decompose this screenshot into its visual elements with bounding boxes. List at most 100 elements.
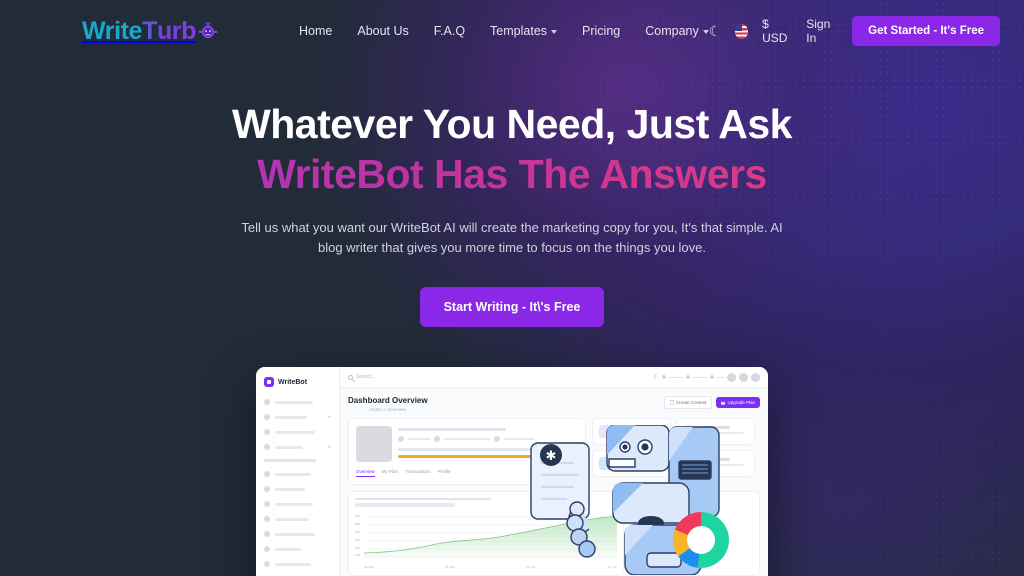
nav-label: About Us — [357, 24, 409, 38]
create-content-button[interactable]: Create Content — [663, 396, 713, 410]
profile-tabs: Overview My Plan Transactions Profile — [356, 469, 578, 478]
status-dot — [710, 375, 714, 380]
currency-selector[interactable]: $ USD — [762, 17, 792, 45]
tab-my-plan[interactable]: My Plan — [382, 469, 398, 477]
start-writing-button[interactable]: Start Writing - It\'s Free — [419, 287, 605, 328]
bullet-icon — [264, 501, 270, 508]
placeholder-line — [504, 438, 534, 441]
nav-item-faq[interactable]: F.A.Q — [434, 24, 465, 38]
nav-item-pricing[interactable]: Pricing — [582, 24, 620, 38]
header-actions: ☾ $ USD Sign In Get Started - It's Free — [709, 16, 1000, 46]
sidebar-item-label — [275, 532, 315, 536]
dashboard-topbar: Search... ☾ — [340, 367, 768, 389]
chevron-right-icon: ▸ — [328, 414, 331, 421]
chart-title — [355, 498, 492, 501]
stat-value — [700, 463, 745, 466]
bullet-icon — [264, 399, 270, 406]
page-title: Whatever You Need, Just Ask WriteBot Has… — [0, 101, 1024, 198]
x-tick-label: 01 Jan — [445, 565, 455, 570]
dashboard-header-row: Dashboard Overview Home > Overview Creat… — [348, 396, 760, 412]
sidebar-item-label — [275, 502, 313, 506]
placeholder-line — [669, 376, 683, 378]
status-dot — [662, 375, 666, 380]
stat-card[interactable] — [676, 450, 755, 478]
stat-label — [616, 458, 646, 461]
moon-icon[interactable]: ☾ — [709, 24, 722, 38]
placeholder-line — [398, 448, 578, 452]
sidebar-item[interactable] — [264, 561, 331, 568]
dashboard-upper-row: Overview My Plan Transactions Profile — [348, 418, 760, 486]
bullet-icon — [264, 531, 270, 538]
sidebar-item-label — [275, 400, 313, 404]
stat-label — [700, 426, 730, 429]
nav-item-about-us[interactable]: About Us — [357, 24, 408, 38]
chart-plot — [364, 515, 617, 558]
sidebar-item[interactable] — [264, 546, 331, 553]
moon-icon[interactable]: ☾ — [654, 374, 659, 381]
profile-meta — [398, 436, 578, 443]
create-content-label: Create Content — [675, 400, 707, 406]
stat-card[interactable] — [676, 418, 755, 446]
nav-item-company[interactable]: Company — [645, 24, 709, 38]
donut-chart-card — [630, 491, 760, 576]
tab-overview[interactable]: Overview — [356, 469, 375, 478]
tab-profile[interactable]: Profile — [438, 469, 451, 477]
sidebar-item-label — [275, 517, 309, 521]
bullet-icon — [494, 436, 500, 443]
stat-card[interactable] — [592, 450, 671, 478]
bullet-icon — [264, 444, 270, 451]
legend-swatch — [637, 528, 641, 532]
us-flag-icon[interactable] — [735, 23, 749, 39]
legend-swatch — [637, 550, 641, 555]
avatar[interactable] — [727, 372, 736, 382]
donut-subtitle — [637, 503, 689, 508]
sidebar-item-label — [275, 472, 311, 476]
headline-line-1: Whatever You Need, Just Ask — [232, 101, 792, 147]
dashboard-header-actions: Create Content Upgrade Plan — [663, 396, 760, 410]
sign-in-link[interactable]: Sign In — [806, 17, 838, 45]
placeholder-line — [408, 438, 430, 441]
logo-text-write: Write — [82, 16, 143, 45]
sidebar-item[interactable] — [264, 399, 331, 406]
y-tick-label: 500 — [355, 522, 361, 527]
nav-label: F.A.Q — [433, 24, 466, 38]
dashboard-logo-icon — [264, 377, 274, 388]
get-started-button[interactable]: Get Started - It's Free — [852, 16, 1000, 46]
stat-card[interactable] — [592, 418, 671, 446]
profile-details — [398, 426, 578, 462]
sidebar-item[interactable] — [264, 501, 331, 508]
dashboard-logo[interactable]: WriteBot — [264, 377, 331, 388]
dashboard-main: Search... ☾ Dashboard Overview Home > Ov… — [340, 367, 768, 576]
sidebar-item[interactable] — [264, 486, 331, 493]
chevron-right-icon: ▸ — [328, 444, 331, 451]
avatar[interactable] — [751, 372, 760, 382]
sidebar-item[interactable] — [264, 429, 331, 436]
legend-label — [643, 544, 668, 547]
hero-section: Whatever You Need, Just Ask WriteBot Has… — [0, 62, 1024, 576]
nav-label: Company — [645, 24, 699, 38]
nav-item-templates[interactable]: Templates — [490, 24, 558, 38]
breadcrumb: Home > Overview — [369, 407, 406, 413]
sidebar-item[interactable]: ▸ — [264, 444, 331, 451]
legend-item — [637, 528, 668, 532]
site-logo[interactable]: Write Turb — [82, 17, 219, 46]
sidebar-item[interactable]: ▸ — [264, 414, 331, 421]
dashboard-window: WriteBot ▸ ▸ ▸ ▸ — [256, 367, 768, 576]
sidebar-item[interactable] — [264, 471, 331, 478]
upgrade-plan-button[interactable]: Upgrade Plan — [716, 397, 760, 409]
donut-title — [637, 498, 707, 501]
sidebar-item[interactable] — [264, 516, 331, 523]
nav-item-home[interactable]: Home — [299, 24, 332, 38]
avatar[interactable] — [739, 372, 748, 382]
legend-swatch — [637, 543, 641, 547]
document-icon — [669, 400, 674, 406]
x-tick-label: 27 Jan — [607, 565, 617, 570]
sidebar-item[interactable] — [264, 531, 331, 538]
search-input[interactable]: Search... — [348, 374, 376, 380]
sidebar-item-label — [275, 415, 307, 419]
profile-row — [356, 426, 578, 463]
stat-value — [616, 463, 661, 466]
upgrade-plan-label: Upgrade Plan — [727, 400, 755, 406]
chevron-down-icon — [551, 30, 558, 34]
tab-transactions[interactable]: Transactions — [405, 469, 431, 477]
